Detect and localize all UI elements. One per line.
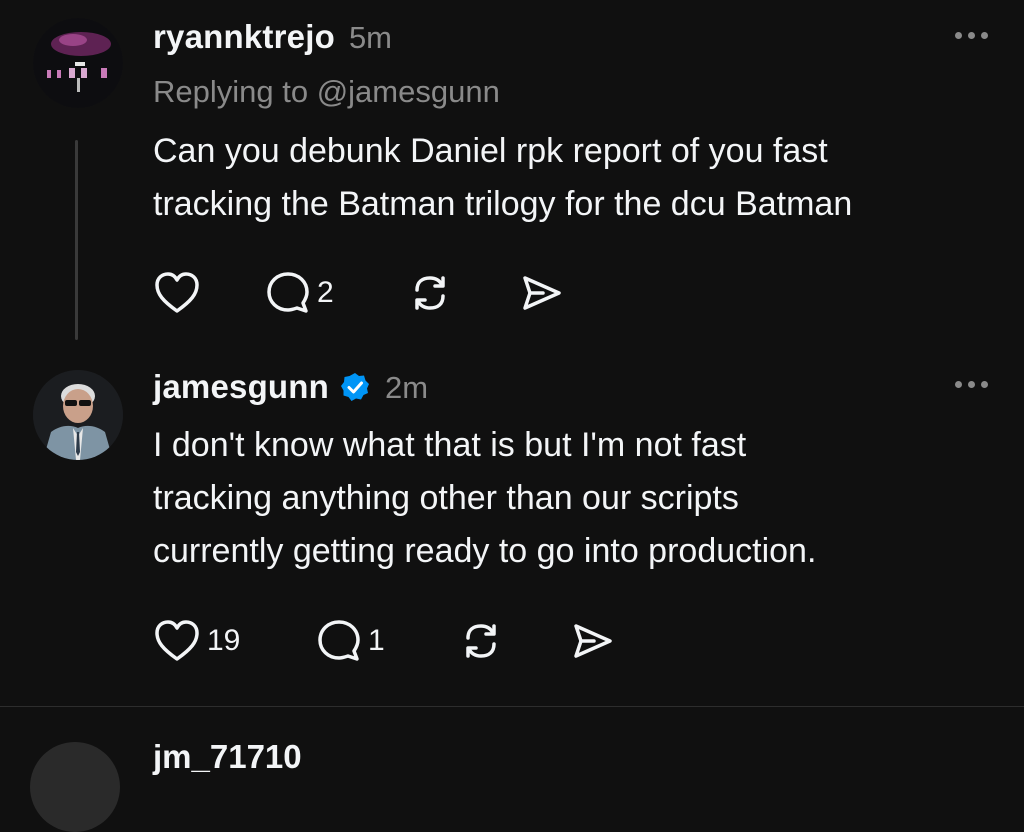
post-text-line: currently getting ready to go into produ… — [153, 532, 817, 570]
repost-button[interactable] — [458, 618, 570, 664]
timestamp: 2m — [385, 370, 429, 405]
action-bar: 19 1 — [153, 618, 616, 664]
reply-button[interactable]: 2 — [265, 270, 407, 316]
reply-button[interactable]: 1 — [316, 618, 458, 664]
timestamp: 5m — [348, 20, 393, 55]
heart-icon — [153, 270, 201, 316]
thread-line — [75, 140, 78, 340]
avatar[interactable] — [30, 742, 120, 832]
like-button[interactable]: 19 — [153, 618, 316, 664]
more-options-button[interactable] — [955, 381, 988, 388]
comment-icon — [316, 618, 362, 664]
repost-icon — [407, 270, 453, 316]
post-divider — [0, 706, 1024, 707]
repost-icon — [458, 618, 504, 664]
replying-to[interactable]: Replying to @jamesgunn — [153, 74, 500, 110]
username[interactable]: ryannktrejo — [153, 18, 335, 56]
reply-count: 1 — [368, 624, 385, 657]
reply-count: 2 — [317, 276, 334, 309]
avatar[interactable] — [33, 18, 123, 108]
post-text-line: tracking the Batman trilogy for the dcu … — [153, 185, 853, 223]
more-icon — [955, 381, 962, 388]
share-icon — [519, 270, 565, 316]
more-options-button[interactable] — [955, 32, 988, 39]
avatar[interactable] — [33, 370, 123, 460]
like-count: 19 — [207, 624, 241, 657]
more-icon — [955, 32, 962, 39]
repost-button[interactable] — [407, 270, 519, 316]
share-button[interactable] — [570, 618, 616, 664]
action-bar: 2 — [153, 270, 565, 316]
share-icon — [570, 618, 616, 664]
post-text-line: tracking anything other than our scripts — [153, 479, 739, 517]
post-text: Can you debunk Daniel rpk report of you … — [153, 125, 852, 231]
username[interactable]: jm_71710 — [153, 738, 302, 776]
post-text-line: Can you debunk Daniel rpk report of you … — [153, 132, 828, 170]
like-button[interactable] — [153, 270, 265, 316]
username[interactable]: jamesgunn — [153, 368, 329, 406]
heart-icon — [153, 618, 201, 664]
verified-badge-icon — [339, 371, 371, 403]
post-text-line: I don't know what that is but I'm not fa… — [153, 426, 747, 464]
post-meta: ryannktrejo 5m — [153, 18, 392, 56]
share-button[interactable] — [519, 270, 565, 316]
comment-icon — [265, 270, 311, 316]
post-text: I don't know what that is but I'm not fa… — [153, 419, 816, 578]
post-meta: jamesgunn 2m — [153, 366, 428, 406]
